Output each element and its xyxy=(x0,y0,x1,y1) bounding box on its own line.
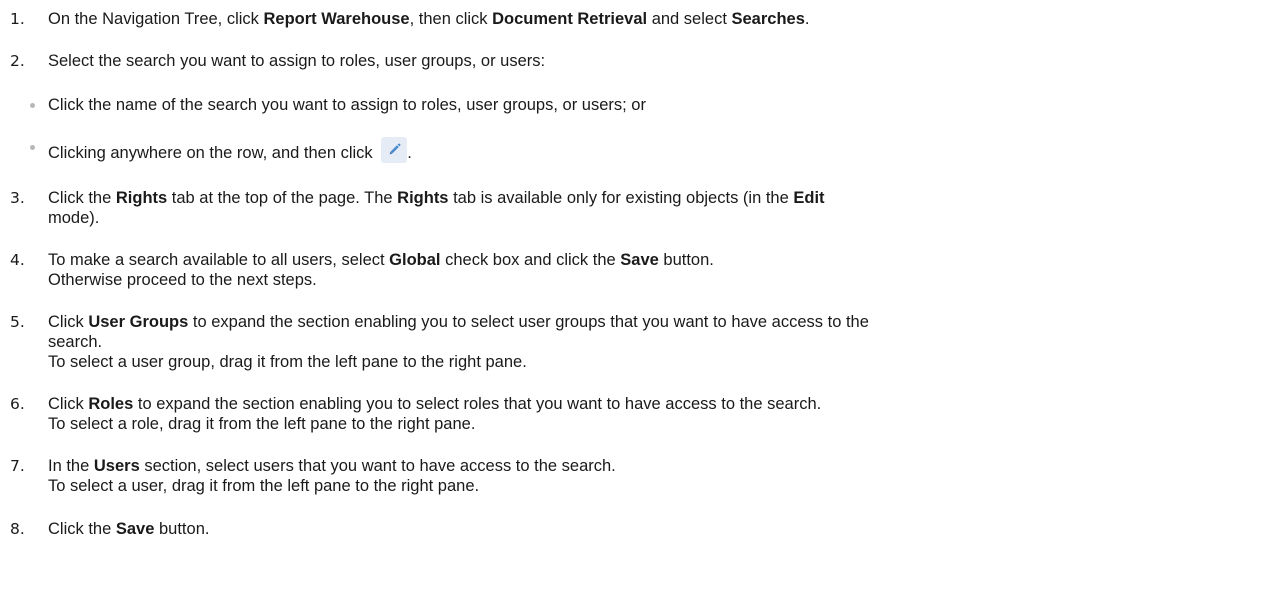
emphasized-term: User Groups xyxy=(88,313,189,331)
step-text: check box and click the xyxy=(440,251,621,269)
emphasized-term: Document Retrieval xyxy=(492,10,648,28)
step-number: 1. xyxy=(10,10,25,28)
step-text: tab is available only for existing objec… xyxy=(448,189,794,207)
step-body: Click the Save button. xyxy=(48,519,1248,539)
step-body: Click the Rights tab at the top of the p… xyxy=(48,188,1248,228)
pencil-icon-graphic xyxy=(389,143,401,155)
step-text: search. xyxy=(48,333,103,351)
emphasized-term: Rights xyxy=(115,189,168,207)
bullet-trailing-period: . xyxy=(407,144,412,162)
step-number: 6. xyxy=(10,395,25,413)
step-text: button. xyxy=(154,520,210,538)
step-text: Click the xyxy=(48,189,116,207)
step-line: Click the Rights tab at the top of the p… xyxy=(48,188,1248,208)
step-text: To select a role, drag it from the left … xyxy=(48,415,476,433)
step-text: Click xyxy=(48,395,89,413)
step-text: tab at the top of the page. The xyxy=(167,189,398,207)
pencil-edit-icon[interactable] xyxy=(381,137,408,163)
emphasized-term: Save xyxy=(620,251,659,269)
step-line: To make a search available to all users,… xyxy=(48,250,1248,270)
emphasized-term: Users xyxy=(93,457,140,475)
step-line: On the Navigation Tree, click Report War… xyxy=(48,9,1248,29)
step-number: 2. xyxy=(10,52,25,70)
emphasized-term: Edit xyxy=(793,189,825,207)
step-text: Select the search you want to assign to … xyxy=(48,52,546,70)
step-text: To make a search available to all users,… xyxy=(48,251,390,269)
step-text: Click xyxy=(48,313,89,331)
step-number: 4. xyxy=(10,251,25,269)
step-number: 7. xyxy=(10,457,25,475)
step-text: On the Navigation Tree, click xyxy=(48,10,264,28)
step-text: mode). xyxy=(48,209,100,227)
step-line: mode). xyxy=(48,208,1248,228)
step-text: and select xyxy=(647,10,732,28)
step-body: To make a search available to all users,… xyxy=(48,250,1248,290)
procedure-document: 1. On the Navigation Tree, click Report … xyxy=(0,0,1264,596)
bullet-dot xyxy=(30,103,35,108)
emphasized-term: Roles xyxy=(88,395,134,413)
emphasized-term: Report Warehouse xyxy=(263,10,410,28)
bullet-text: Click the name of the search you want to… xyxy=(48,96,646,114)
emphasized-term: Rights xyxy=(397,189,449,207)
step-text: To select a user group, drag it from the… xyxy=(48,353,527,371)
step-line: To select a user, drag it from the left … xyxy=(48,476,1248,496)
step-text: button. xyxy=(658,251,714,269)
emphasized-term: Global xyxy=(389,251,441,269)
step-text: In the xyxy=(48,457,94,475)
step-line: search. xyxy=(48,332,1248,352)
step-line: Select the search you want to assign to … xyxy=(48,51,1248,71)
step-body: On the Navigation Tree, click Report War… xyxy=(48,9,1248,29)
step-body: In the Users section, select users that … xyxy=(48,456,1248,496)
step-text: Otherwise proceed to the next steps. xyxy=(48,271,317,289)
step-number: 5. xyxy=(10,313,25,331)
step-line: Click the Save button. xyxy=(48,519,1248,539)
bullet-text: Clicking anywhere on the row, and then c… xyxy=(48,144,373,162)
step-body: Select the search you want to assign to … xyxy=(48,51,1248,71)
step-text: To select a user, drag it from the left … xyxy=(48,477,480,495)
step-text: . xyxy=(804,10,810,28)
step-text: to expand the section enabling you to se… xyxy=(188,313,869,331)
step-line: Otherwise proceed to the next steps. xyxy=(48,270,1248,290)
step-number: 8. xyxy=(10,520,25,538)
step-text: section, select users that you want to h… xyxy=(139,457,616,475)
bullet-dot xyxy=(30,145,35,150)
emphasized-term: Searches xyxy=(731,10,805,28)
step-text: Click the xyxy=(48,520,116,538)
step-text: to expand the section enabling you to se… xyxy=(133,395,822,413)
step-body: Click Roles to expand the section enabli… xyxy=(48,394,1248,434)
step-line: In the Users section, select users that … xyxy=(48,456,1248,476)
step-line: Click User Groups to expand the section … xyxy=(48,312,1248,332)
step-line: To select a user group, drag it from the… xyxy=(48,352,1248,372)
step-line: To select a role, drag it from the left … xyxy=(48,414,1248,434)
step-number: 3. xyxy=(10,189,25,207)
step-body: Click User Groups to expand the section … xyxy=(48,312,1248,372)
bullet-text-with-icon: Clicking anywhere on the row, and then c… xyxy=(48,137,412,163)
step-text: , then click xyxy=(409,10,493,28)
step-line: Click Roles to expand the section enabli… xyxy=(48,394,1248,414)
emphasized-term: Save xyxy=(115,520,155,538)
